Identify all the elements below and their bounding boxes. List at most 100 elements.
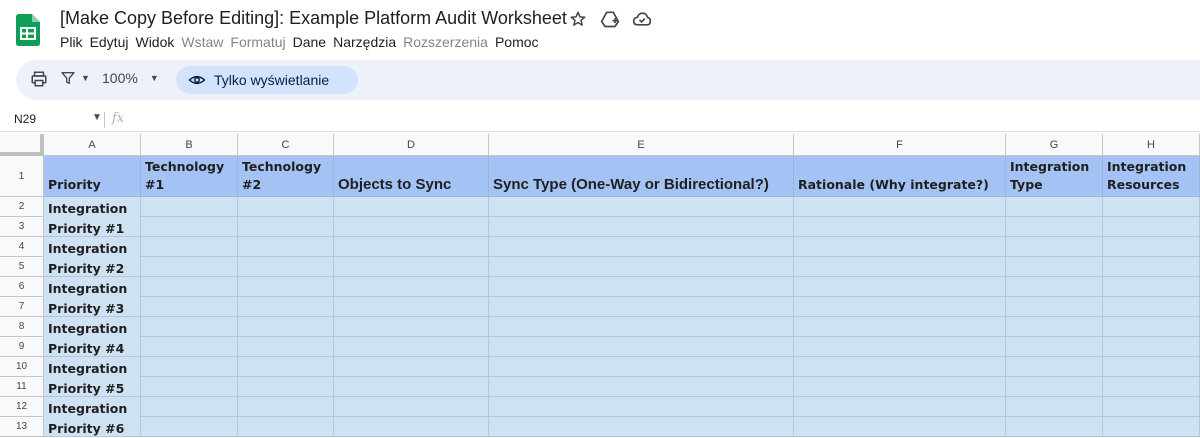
header-cell-g[interactable]: Integration Type: [1006, 156, 1103, 197]
grid-cell[interactable]: [489, 217, 794, 237]
column-header-c[interactable]: C: [238, 134, 334, 156]
grid-cell[interactable]: [489, 197, 794, 217]
grid-cell[interactable]: [794, 357, 1006, 377]
grid-cell[interactable]: [334, 237, 489, 257]
grid-cell[interactable]: [794, 197, 1006, 217]
print-button[interactable]: [30, 70, 48, 88]
grid-cell[interactable]: [1103, 237, 1200, 257]
select-all-corner[interactable]: [0, 134, 44, 156]
grid-cell[interactable]: [794, 277, 1006, 297]
grid-cell[interactable]: [238, 317, 334, 337]
header-cell-a[interactable]: Priority: [44, 156, 141, 197]
star-icon[interactable]: [568, 9, 588, 29]
column-header-f[interactable]: F: [794, 134, 1006, 156]
grid-cell[interactable]: [238, 297, 334, 317]
row-header-4[interactable]: 4: [0, 237, 44, 257]
sheets-logo-icon[interactable]: [16, 14, 40, 46]
column-header-d[interactable]: D: [334, 134, 489, 156]
row-header-6[interactable]: 6: [0, 277, 44, 297]
grid-cell[interactable]: [1006, 217, 1103, 237]
grid-cell[interactable]: [141, 277, 238, 297]
grid-cell[interactable]: [794, 257, 1006, 277]
grid-cell[interactable]: [794, 397, 1006, 417]
grid-cell[interactable]: [141, 237, 238, 257]
grid-cell[interactable]: [1006, 377, 1103, 397]
grid-cell[interactable]: [794, 417, 1006, 437]
menu-item-narzedzia[interactable]: Narzędzia: [333, 34, 402, 50]
grid-cell[interactable]: [238, 397, 334, 417]
grid-cell[interactable]: [489, 317, 794, 337]
row-header-10[interactable]: 10: [0, 357, 44, 377]
grid-cell[interactable]: [489, 257, 794, 277]
priority-cell[interactable]: Integration Priority #3: [44, 277, 141, 317]
header-cell-d[interactable]: Objects to Sync: [334, 156, 489, 197]
row-header-9[interactable]: 9: [0, 337, 44, 357]
grid-cell[interactable]: [141, 197, 238, 217]
grid-cell[interactable]: [489, 277, 794, 297]
grid-cell[interactable]: [794, 217, 1006, 237]
grid-cell[interactable]: [141, 397, 238, 417]
grid-cell[interactable]: [334, 377, 489, 397]
grid-cell[interactable]: [141, 317, 238, 337]
grid-cell[interactable]: [1006, 397, 1103, 417]
grid-cell[interactable]: [1006, 337, 1103, 357]
row-header-11[interactable]: 11: [0, 377, 44, 397]
priority-cell[interactable]: Integration Priority #5: [44, 357, 141, 397]
menu-item-plik[interactable]: Plik: [60, 34, 89, 50]
grid-cell[interactable]: [1103, 337, 1200, 357]
grid-cell[interactable]: [141, 297, 238, 317]
grid-cell[interactable]: [1103, 197, 1200, 217]
column-header-b[interactable]: B: [141, 134, 238, 156]
grid-cell[interactable]: [1006, 237, 1103, 257]
grid-cell[interactable]: [489, 237, 794, 257]
grid-cell[interactable]: [1006, 197, 1103, 217]
grid-cell[interactable]: [1006, 297, 1103, 317]
grid-cell[interactable]: [794, 237, 1006, 257]
column-header-g[interactable]: G: [1006, 134, 1103, 156]
row-header-12[interactable]: 12: [0, 397, 44, 417]
grid-cell[interactable]: [794, 297, 1006, 317]
column-header-h[interactable]: H: [1103, 134, 1200, 156]
header-cell-f[interactable]: Rationale (Why integrate?): [794, 156, 1006, 197]
row-header-5[interactable]: 5: [0, 257, 44, 277]
grid-cell[interactable]: [141, 337, 238, 357]
row-header-3[interactable]: 3: [0, 217, 44, 237]
grid-cell[interactable]: [141, 217, 238, 237]
grid-cell[interactable]: [489, 297, 794, 317]
row-header-13[interactable]: 13: [0, 417, 44, 437]
grid-cell[interactable]: [1103, 397, 1200, 417]
grid-cell[interactable]: [334, 417, 489, 437]
row-header-1[interactable]: 1: [0, 156, 44, 197]
grid-cell[interactable]: [489, 357, 794, 377]
grid-cell[interactable]: [1103, 417, 1200, 437]
header-cell-e[interactable]: Sync Type (One-Way or Bidirectional?): [489, 156, 794, 197]
view-only-chip[interactable]: Tylko wyświetlanie: [176, 66, 358, 94]
grid-cell[interactable]: [334, 297, 489, 317]
grid-cell[interactable]: [1103, 277, 1200, 297]
grid-cell[interactable]: [489, 397, 794, 417]
menu-item-widok[interactable]: Widok: [135, 34, 180, 50]
priority-cell[interactable]: Integration Priority #1: [44, 197, 141, 237]
grid-cell[interactable]: [1103, 377, 1200, 397]
grid-cell[interactable]: [334, 217, 489, 237]
row-header-2[interactable]: 2: [0, 197, 44, 217]
grid-cell[interactable]: [1103, 297, 1200, 317]
column-header-a[interactable]: A: [44, 134, 141, 156]
grid-cell[interactable]: [1103, 257, 1200, 277]
name-box[interactable]: N29: [14, 112, 36, 126]
grid-cell[interactable]: [1006, 357, 1103, 377]
grid-cell[interactable]: [794, 337, 1006, 357]
grid-cell[interactable]: [238, 357, 334, 377]
grid-cell[interactable]: [1103, 217, 1200, 237]
grid-cell[interactable]: [489, 417, 794, 437]
grid-cell[interactable]: [334, 257, 489, 277]
grid-cell[interactable]: [238, 257, 334, 277]
grid-cell[interactable]: [1103, 357, 1200, 377]
grid-cell[interactable]: [238, 377, 334, 397]
grid-cell[interactable]: [141, 377, 238, 397]
grid-cell[interactable]: [334, 277, 489, 297]
column-header-e[interactable]: E: [489, 134, 794, 156]
priority-cell[interactable]: Integration Priority #2: [44, 237, 141, 277]
filter-button[interactable]: ▼: [60, 70, 90, 86]
grid-cell[interactable]: [238, 217, 334, 237]
